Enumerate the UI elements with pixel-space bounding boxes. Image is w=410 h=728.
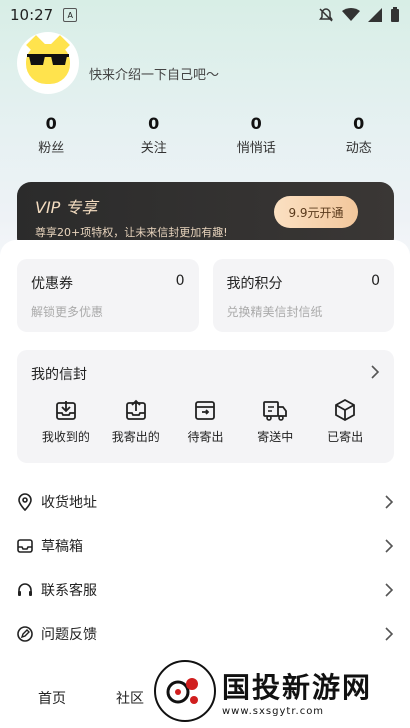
menu-drafts[interactable]: 草稿箱 (17, 524, 394, 568)
letters-delivered-label: 已寄出 (327, 430, 364, 444)
letters-received-label: 我收到的 (41, 430, 90, 444)
coupon-count: 0 (175, 273, 185, 289)
letters-sent-by-me-label: 我寄出的 (111, 430, 160, 444)
edit-circle-icon (17, 626, 33, 642)
letters-pending[interactable]: 待寄出 (171, 398, 241, 445)
headset-icon (18, 583, 32, 596)
menu-address-label: 收货地址 (41, 495, 97, 511)
my-letters-panel: 我的信封 我收到的 我寄出的 待寄出 寄送中 已寄出 (17, 350, 394, 463)
points-subtitle: 兑换精美信封信纸 (226, 305, 323, 319)
coupon-title: 优惠券 (31, 276, 73, 292)
points-count: 0 (371, 273, 380, 289)
stat-fans-count: 0 (45, 114, 57, 133)
inbox-upload-icon (125, 399, 146, 420)
sunglasses-icon (27, 54, 69, 65)
status-time: 10:27 (10, 6, 54, 24)
tab-home[interactable]: 首页 (38, 688, 66, 708)
package-icon (335, 398, 355, 422)
box-arrow-icon (195, 401, 216, 420)
stat-posts-label: 动态 (345, 141, 372, 156)
profile-header: 快来介绍一下自己吧～ (17, 32, 219, 94)
menu-customer-service-label: 联系客服 (41, 583, 97, 599)
my-letters-header[interactable]: 我的信封 (31, 364, 380, 384)
stat-whispers-label: 悄悄话 (236, 141, 276, 156)
battery-icon (391, 7, 399, 22)
watermark-url: www.sxsgytr.com (222, 705, 325, 717)
settings-menu: 收货地址 草稿箱 联系客服 问题反馈 (17, 480, 394, 656)
menu-drafts-label: 草稿箱 (41, 539, 83, 555)
stat-following-label: 关注 (140, 141, 167, 156)
chevron-right-icon (385, 627, 394, 641)
signal-icon (368, 8, 382, 22)
avatar[interactable] (17, 32, 79, 94)
stats-row: 0 粉丝 0 关注 0 悄悄话 0 动态 (0, 114, 410, 156)
stat-following-count: 0 (148, 114, 160, 133)
menu-feedback[interactable]: 问题反馈 (17, 612, 394, 656)
profile-bio[interactable]: 快来介绍一下自己吧～ (89, 64, 219, 83)
letters-in-transit-label: 寄送中 (257, 430, 294, 444)
letters-received[interactable]: 我收到的 (31, 398, 101, 445)
my-letters-title: 我的信封 (31, 367, 87, 383)
stat-following[interactable]: 0 关注 (103, 114, 206, 156)
chevron-right-icon (385, 539, 394, 553)
menu-customer-service[interactable]: 联系客服 (17, 568, 394, 612)
points-title: 我的积分 (226, 276, 283, 292)
stat-whispers-count: 0 (250, 114, 262, 133)
inbox-icon (17, 539, 33, 553)
location-pin-icon (18, 493, 32, 511)
stat-whispers[interactable]: 0 悄悄话 (205, 114, 308, 156)
menu-feedback-label: 问题反馈 (41, 627, 97, 643)
watermark-logo (154, 660, 216, 722)
coupon-card[interactable]: 优惠券 0 解锁更多优惠 (17, 259, 199, 332)
menu-address[interactable]: 收货地址 (17, 480, 394, 524)
letters-sent-by-me[interactable]: 我寄出的 (101, 398, 171, 445)
points-card[interactable]: 我的积分 0 兑换精美信封信纸 (212, 259, 394, 332)
truck-icon (263, 401, 288, 421)
watermark-title: 国投新游网 (222, 670, 373, 704)
letters-delivered[interactable]: 已寄出 (310, 398, 380, 445)
site-watermark: 国投新游网 www.sxsgytr.com (154, 658, 404, 724)
chevron-right-icon (385, 495, 394, 509)
status-bar: 10:27 A (0, 0, 410, 30)
mute-icon (319, 8, 333, 22)
chevron-right-icon (371, 365, 380, 379)
wifi-icon (342, 8, 360, 21)
chevron-right-icon (385, 583, 394, 597)
stat-fans[interactable]: 0 粉丝 (0, 114, 103, 156)
coupon-subtitle: 解锁更多优惠 (31, 305, 104, 319)
app-notification-icon: A (63, 8, 78, 22)
vip-open-button[interactable]: 9.9元开通 (274, 196, 358, 228)
content-sheet: 优惠券 0 解锁更多优惠 我的积分 0 兑换精美信封信纸 我的信封 我收到的 我… (0, 240, 410, 728)
stat-posts-count: 0 (353, 114, 365, 133)
stat-fans-label: 粉丝 (38, 141, 65, 156)
stat-posts[interactable]: 0 动态 (308, 114, 410, 156)
letters-pending-label: 待寄出 (187, 430, 224, 444)
letters-in-transit[interactable]: 寄送中 (240, 398, 310, 445)
inbox-download-icon (55, 401, 76, 420)
tab-community[interactable]: 社区 (116, 688, 144, 708)
wallet-cards: 优惠券 0 解锁更多优惠 我的积分 0 兑换精美信封信纸 (17, 259, 394, 332)
